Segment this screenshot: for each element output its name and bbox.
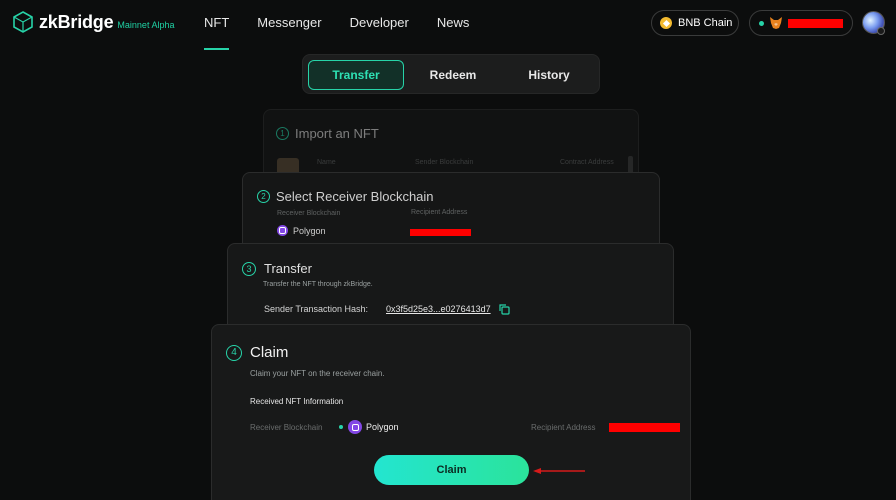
tab-transfer[interactable]: Transfer: [308, 60, 404, 90]
recipient-address-redacted: [609, 423, 680, 432]
column-header-sender-blockchain: Sender Blockchain: [415, 159, 474, 166]
claim-button[interactable]: Claim: [374, 455, 529, 485]
connected-status-dot: [759, 20, 764, 26]
main-nav: NFT Messenger Developer News: [204, 15, 497, 50]
receiver-chain-value: Polygon: [277, 225, 326, 236]
logo-text: zkBridge: [39, 11, 114, 32]
bnb-icon: [660, 17, 672, 29]
step-claim-card: 4 Claim Claim your NFT on the receiver c…: [211, 324, 691, 500]
step3-header: 3 Transfer: [242, 261, 312, 276]
chain-selector-button[interactable]: BNB Chain: [651, 10, 739, 36]
step4-header: 4 Claim: [226, 344, 288, 361]
polygon-icon: [348, 420, 362, 434]
step-number-badge: 4: [226, 344, 242, 361]
chain-label: BNB Chain: [678, 17, 733, 29]
wallet-address-redacted: [788, 18, 843, 28]
step1-header: 1 Import an NFT: [276, 126, 379, 141]
step2-header: 2 Select Receiver Blockchain: [257, 189, 434, 204]
bridge-tabs: Transfer Redeem History: [302, 54, 600, 94]
step-number-badge: 1: [276, 127, 289, 140]
column-header-contract-address: Contract Address: [560, 159, 614, 166]
step-select-receiver-card: 2 Select Receiver Blockchain Receiver Bl…: [242, 172, 660, 252]
metamask-fox-icon: [770, 17, 782, 29]
sender-hash-link[interactable]: 0x3f5d25e3...e0276413d7: [386, 304, 491, 314]
recipient-address-redacted: [410, 229, 471, 236]
logo-subtitle: Mainnet Alpha: [117, 19, 175, 30]
zkbridge-logo[interactable]: zkBridge Mainnet Alpha: [12, 11, 174, 33]
polygon-icon: [277, 225, 288, 236]
nav-nft[interactable]: NFT: [204, 15, 230, 50]
step1-title: Import an NFT: [295, 126, 379, 141]
receiver-chain-name: Polygon: [293, 225, 326, 236]
step4-title: Claim: [250, 344, 289, 361]
step2-title: Select Receiver Blockchain: [276, 189, 434, 204]
step-number-badge: 2: [257, 190, 270, 203]
sender-hash-label: Sender Transaction Hash:: [264, 304, 369, 314]
step3-subtitle: Transfer the NFT through zkBridge.: [263, 281, 373, 288]
receiver-chain-value: Polygon: [348, 420, 399, 434]
tab-redeem[interactable]: Redeem: [405, 60, 501, 90]
recipient-address-label: Recipient Address: [531, 423, 596, 432]
receiver-blockchain-label: Receiver Blockchain: [277, 210, 341, 217]
chain-status-dot: [339, 425, 343, 429]
zkbridge-logo-icon: [13, 11, 33, 33]
copy-icon[interactable]: [499, 304, 510, 315]
recipient-address-label: Recipient Address: [411, 209, 468, 216]
step4-subtitle: Claim your NFT on the receiver chain.: [250, 369, 385, 378]
top-header: zkBridge Mainnet Alpha NFT Messenger Dev…: [0, 0, 896, 50]
avatar-menu-icon[interactable]: [877, 27, 885, 35]
nav-news[interactable]: News: [437, 15, 470, 30]
receiver-blockchain-label: Receiver Blockchain: [250, 423, 323, 432]
receiver-chain-name: Polygon: [366, 422, 399, 432]
wallet-button[interactable]: [749, 10, 853, 36]
step-transfer-card: 3 Transfer Transfer the NFT through zkBr…: [227, 243, 674, 333]
step3-title: Transfer: [264, 261, 312, 276]
nav-messenger[interactable]: Messenger: [257, 15, 321, 30]
nav-developer[interactable]: Developer: [350, 15, 409, 30]
red-arrow-annotation-icon: [533, 468, 585, 474]
step-number-badge: 3: [242, 261, 256, 276]
received-nft-info-heading: Received NFT Information: [250, 397, 344, 406]
tab-history[interactable]: History: [501, 60, 597, 90]
column-header-name: Name: [317, 159, 336, 166]
